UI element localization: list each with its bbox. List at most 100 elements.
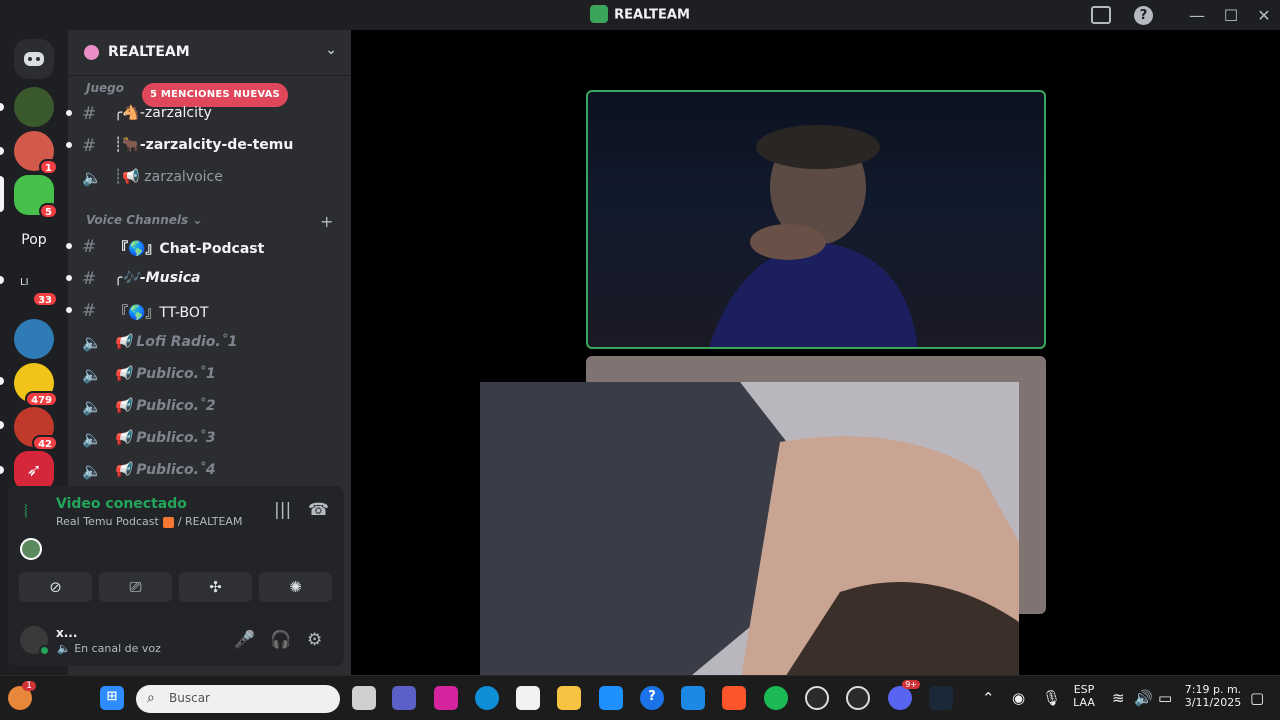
guild-name: REALTEAM	[108, 44, 190, 60]
server-3-icon[interactable]: 5	[14, 175, 58, 219]
category-juegos[interactable]: Juego	[86, 81, 124, 95]
rocket-server-icon[interactable]: ➶	[14, 451, 54, 491]
guild-header[interactable]: REALTEAM ⌄	[68, 30, 351, 76]
battery-icon[interactable]: ▭	[1158, 689, 1172, 707]
speaker-icon: 🔈	[82, 397, 102, 416]
mention-badge: 33	[32, 291, 58, 307]
discord-badge: 9+	[902, 680, 920, 689]
inbox-icon[interactable]	[1091, 6, 1111, 24]
windows-taskbar: 1 ⊞ ⌕ Buscar ? 9+ ⌃ ◉ 🎙 ESP LAA ≋ 🔊 ▭ 7:1…	[0, 675, 1280, 720]
tray-app-icon[interactable]: ◉	[1012, 689, 1025, 707]
search-placeholder: Buscar	[169, 691, 210, 705]
title-bar: REALTEAM ? — ☐ ✕	[0, 0, 1280, 30]
windows-start-icon[interactable]: ⊞	[100, 686, 124, 710]
notifications-icon[interactable]: ▢	[1250, 689, 1264, 707]
unread-dot	[66, 110, 72, 116]
activity-avatar[interactable]	[20, 538, 42, 560]
instagram-icon[interactable]	[434, 686, 458, 710]
unread-dot	[66, 243, 72, 249]
help-app-icon[interactable]: ?	[640, 686, 664, 710]
user-name[interactable]: x...	[56, 626, 77, 640]
discord-home-icon[interactable]	[14, 39, 54, 79]
channel-musica[interactable]: # ╭🎶-Musica	[66, 264, 351, 294]
brave-icon[interactable]	[722, 686, 746, 710]
weather-widget-icon[interactable]: 1	[8, 681, 36, 710]
wifi-icon[interactable]: ≋	[1112, 689, 1125, 707]
server-6-icon[interactable]	[14, 319, 54, 359]
channel-chat-podcast[interactable]: # 『🌎』Chat-Podcast	[66, 232, 351, 262]
server-7-icon[interactable]: 479	[14, 363, 58, 407]
soundboard-button[interactable]: ✺	[259, 572, 332, 602]
search-icon: ⌕	[147, 690, 155, 706]
unread-dot	[66, 275, 72, 281]
speaker-icon: 🔈	[82, 333, 102, 352]
hash-icon: #	[82, 269, 97, 289]
headphones-icon[interactable]: 🎧	[270, 630, 291, 650]
server-pop-icon[interactable]: Pop	[14, 220, 54, 260]
close-button[interactable]: ✕	[1242, 0, 1280, 30]
store-icon[interactable]	[516, 686, 540, 710]
channel-publico-4[interactable]: 🔈 📢 Publico.˚4	[68, 456, 351, 486]
obs-icon[interactable]	[846, 686, 870, 710]
picture-in-picture-video[interactable]	[480, 382, 1019, 685]
noise-suppression-icon[interactable]: |||	[274, 500, 291, 520]
channel-lofi-radio[interactable]: 🔈 📢 Lofi Radio.˚1	[68, 328, 351, 358]
channel-publico-1[interactable]: 🔈 📢 Publico.˚1	[68, 360, 351, 390]
voice-status[interactable]: Video conectado	[56, 496, 187, 512]
channel-zarzalcity-de-temu[interactable]: # ┊🐂-zarzalcity-de-temu	[66, 131, 351, 161]
server-1-icon[interactable]	[14, 87, 54, 127]
app-blue-icon[interactable]	[681, 686, 705, 710]
app-logo-icon	[590, 5, 609, 23]
hp-icon[interactable]	[599, 686, 623, 710]
clock[interactable]: 7:19 p. m. 3/11/2025	[1180, 683, 1246, 709]
teams-icon[interactable]	[392, 686, 416, 710]
file-explorer-icon[interactable]	[557, 686, 581, 710]
speaker-icon: 🔈	[82, 429, 102, 448]
notification-badge: 1	[22, 681, 36, 691]
unread-pill	[0, 147, 4, 155]
server-color-square	[162, 516, 174, 528]
mention-badge: 479	[25, 391, 58, 407]
channel-tt-bot[interactable]: # 『🌎』TT-BOT	[66, 296, 351, 326]
taskbar-search[interactable]: ⌕ Buscar	[136, 685, 340, 713]
channel-zarzalcity[interactable]: # ╭🐴-zarzalcity	[66, 99, 351, 129]
channel-zarzalvoice[interactable]: 🔈 ┊📢 zarzalvoice	[68, 163, 351, 193]
volume-icon[interactable]: 🔊	[1134, 689, 1153, 707]
camera-off-button[interactable]: ⊘	[19, 572, 92, 602]
add-channel-icon[interactable]: +	[320, 212, 333, 231]
server-li-folder-icon[interactable]: LI 33	[14, 263, 58, 307]
spotify-icon[interactable]	[764, 686, 788, 710]
server-8-icon[interactable]: 42	[14, 407, 58, 451]
discord-taskbar-icon[interactable]: 9+	[888, 680, 920, 710]
speaker-icon: 🔈	[82, 168, 102, 187]
video-tile-speaking[interactable]	[586, 90, 1046, 349]
mention-badge: 5	[39, 203, 58, 219]
steam-icon[interactable]	[929, 686, 953, 710]
server-2-icon[interactable]: 1	[14, 131, 58, 175]
voice-channel-info[interactable]: Real Temu Podcast / REALTEAM	[56, 515, 242, 528]
user-avatar[interactable]	[20, 626, 50, 656]
category-voice-channels[interactable]: Voice Channels ⌄	[86, 213, 202, 227]
chevron-down-icon[interactable]: ⌄	[325, 42, 337, 58]
task-view-icon[interactable]	[352, 686, 376, 710]
chevron-up-icon[interactable]: ⌃	[982, 689, 995, 707]
channel-publico-2[interactable]: 🔈 📢 Publico.˚2	[68, 392, 351, 422]
tray-microphone-icon[interactable]: 🎙	[1042, 689, 1061, 707]
language-indicator[interactable]: ESP LAA	[1070, 683, 1098, 709]
speaker-icon: 🔈	[82, 461, 102, 480]
window-title: REALTEAM	[614, 7, 690, 23]
activities-button[interactable]: ✣	[179, 572, 252, 602]
unread-pill	[0, 103, 4, 111]
connection-signal-icon[interactable]: ⦚	[24, 502, 28, 523]
microphone-icon[interactable]: 🎤	[234, 630, 255, 650]
guild-home-icon	[84, 45, 99, 60]
screen-share-button[interactable]: ⎚	[99, 572, 172, 602]
media-player-icon[interactable]	[805, 686, 829, 710]
window-title-area: REALTEAM	[0, 5, 1280, 24]
help-icon[interactable]: ?	[1134, 6, 1153, 25]
edge-icon[interactable]	[475, 686, 499, 710]
channel-publico-3[interactable]: 🔈 📢 Publico.˚3	[68, 424, 351, 454]
settings-gear-icon[interactable]: ⚙	[307, 630, 322, 650]
hash-icon: #	[82, 301, 97, 321]
disconnect-icon[interactable]: ☎	[308, 500, 329, 520]
